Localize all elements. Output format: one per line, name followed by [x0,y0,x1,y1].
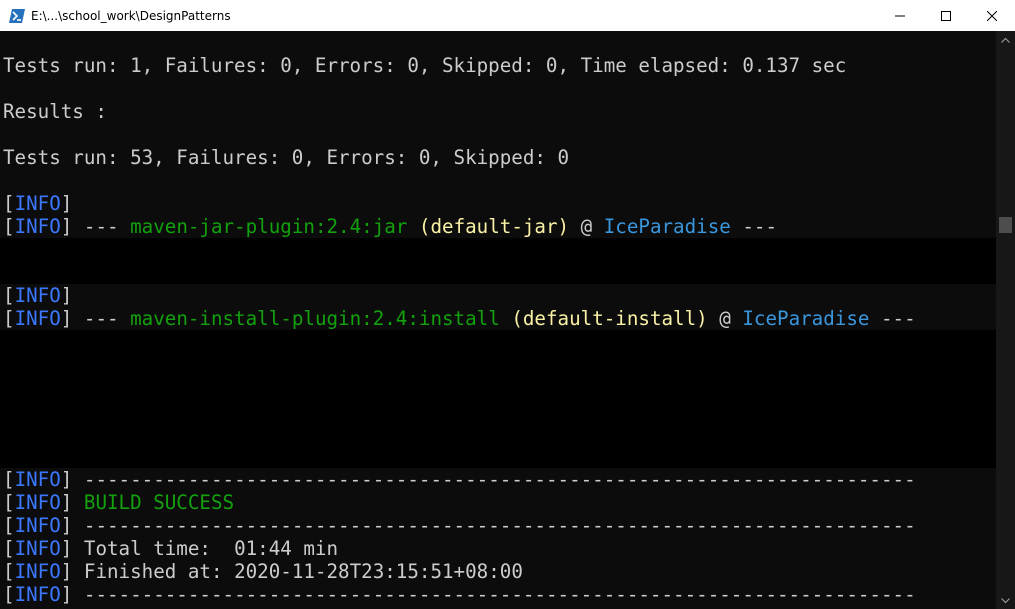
separator-line-2: [INFO] ---------------------------------… [3,514,916,537]
finished-at-line: [INFO] Finished at: 2020-11-28T23:15:51+… [3,560,523,583]
scroll-down-button[interactable] [996,592,1015,609]
install-plugin-line: [INFO] --- maven-install-plugin:2.4:inst… [3,307,916,330]
results-label: Results : [3,100,107,123]
maximize-button[interactable] [923,0,969,31]
scroll-up-button[interactable] [996,31,1015,48]
info-line-blank-2: [INFO] [3,284,73,307]
black-band-2 [0,330,996,468]
close-button[interactable] [969,0,1015,31]
window-controls [877,0,1015,31]
black-band-1 [0,238,996,284]
build-success-status: BUILD SUCCESS [72,491,235,514]
build-success-line: [INFO] BUILD SUCCESS [3,491,235,514]
tests-run-line: Tests run: 1, Failures: 0, Errors: 0, Sk… [3,54,847,77]
chevron-down-icon [1001,597,1010,603]
close-icon [987,10,997,21]
console-output[interactable]: Tests run: 1, Failures: 0, Errors: 0, Sk… [0,31,996,609]
info-line-blank-1: [INFO] [3,192,73,215]
scroll-thumb[interactable] [999,217,1012,233]
powershell-icon [9,8,25,23]
separator-line-1: [INFO] ---------------------------------… [3,468,916,491]
minimize-button[interactable] [877,0,923,31]
title-bar[interactable]: E:\...\school_work\DesignPatterns [0,0,1015,32]
window-title: E:\...\school_work\DesignPatterns [31,8,231,23]
chevron-up-icon [1001,37,1010,43]
tests-summary-line: Tests run: 53, Failures: 0, Errors: 0, S… [3,146,570,169]
vertical-scrollbar[interactable] [996,31,1015,609]
separator-line-3: [INFO] ---------------------------------… [3,583,916,606]
jar-plugin-line: [INFO] --- maven-jar-plugin:2.4:jar (def… [3,215,778,238]
minimize-icon [895,15,905,16]
terminal-window: E:\...\school_work\DesignPatterns Tests … [0,0,1015,609]
maximize-icon [941,10,951,21]
total-time-line: [INFO] Total time: 01:44 min [3,537,339,560]
